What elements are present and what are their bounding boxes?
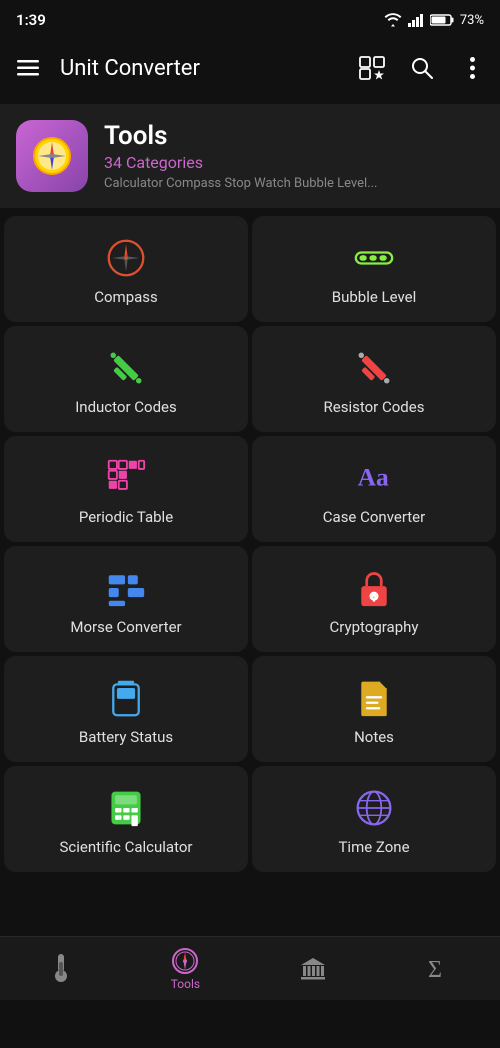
status-time: 1:39 [16,11,46,29]
grid-item-bubble-level[interactable]: Bubble Level [252,216,496,322]
menu-button[interactable] [12,52,44,84]
battery-percent: 73% [460,13,484,28]
signal-icon [408,13,424,27]
header-subtitle: 34 Categories [104,153,378,172]
compass-nav-icon [171,947,199,975]
thermometer-icon [50,954,72,982]
sigma-icon: Σ [426,955,450,981]
resistor-codes-label: Resistor Codes [324,398,425,416]
bubble-level-icon [352,236,396,280]
nav-tools-label: Tools [171,977,200,991]
grid-item-resistor-codes[interactable]: Resistor Codes [252,326,496,432]
notes-icon [352,676,396,720]
grid-item-notes[interactable]: Notes [252,656,496,762]
grid-item-case-converter[interactable]: Aa Case Converter [252,436,496,542]
periodic-table-label: Periodic Table [79,508,173,526]
app-bar: Unit Converter [0,36,500,100]
app-bar-icons [356,52,488,84]
scientific-calculator-icon [104,786,148,830]
compass-label: Compass [94,288,158,306]
scientific-calculator-label: Scientific Calculator [60,838,193,856]
svg-text:Σ: Σ [428,957,442,981]
grid-item-periodic-table[interactable]: Periodic Table [4,436,248,542]
bank-icon [299,956,327,980]
battery-icon [430,14,454,26]
grid-item-morse-converter[interactable]: Morse Converter [4,546,248,652]
svg-text:Aa: Aa [358,462,389,491]
header-info: Tools 34 Categories Calculator Compass S… [104,121,378,191]
grid-item-scientific-calculator[interactable]: Scientific Calculator [4,766,248,872]
case-converter-icon: Aa [352,456,396,500]
status-icons: 73% [384,13,484,28]
header-card: Tools 34 Categories Calculator Compass S… [0,104,500,208]
time-zone-icon [352,786,396,830]
main-content: Compass Bubble Level Inductor Codes Resisto… [0,212,500,1048]
compass-icon [104,236,148,280]
wifi-icon [384,13,402,27]
nav-thermometer[interactable] [30,948,92,990]
app-title: Unit Converter [60,56,340,81]
grid-item-inductor-codes[interactable]: Inductor Codes [4,326,248,432]
header-icon [16,120,88,192]
battery-status-icon [104,676,148,720]
grid-star-button[interactable] [356,52,388,84]
cryptography-icon: + [352,566,396,610]
grid-item-battery-status[interactable]: Battery Status [4,656,248,762]
time-zone-label: Time Zone [338,838,409,856]
resistor-codes-icon [352,346,396,390]
cryptography-label: Cryptography [330,618,419,636]
grid-item-time-zone[interactable]: Time Zone [252,766,496,872]
nav-bank[interactable] [279,950,347,988]
inductor-codes-label: Inductor Codes [75,398,177,416]
morse-converter-label: Morse Converter [70,618,181,636]
nav-tools[interactable]: Tools [151,941,220,997]
search-button[interactable] [406,52,438,84]
case-converter-label: Case Converter [323,508,425,526]
periodic-table-icon [104,456,148,500]
battery-status-label: Battery Status [79,728,173,746]
header-title: Tools [104,121,378,151]
bubble-level-label: Bubble Level [332,288,417,306]
notes-label: Notes [354,728,394,746]
grid-item-cryptography[interactable]: + Cryptography [252,546,496,652]
morse-converter-icon [104,566,148,610]
grid-item-compass[interactable]: Compass [4,216,248,322]
bottom-nav: Tools Σ [0,936,500,1000]
tools-grid: Compass Bubble Level Inductor Codes Resisto… [0,212,500,876]
inductor-codes-icon [104,346,148,390]
nav-sigma[interactable]: Σ [406,949,470,989]
status-bar: 1:39 73% [0,0,500,36]
header-description: Calculator Compass Stop Watch Bubble Lev… [104,176,378,191]
more-button[interactable] [456,52,488,84]
